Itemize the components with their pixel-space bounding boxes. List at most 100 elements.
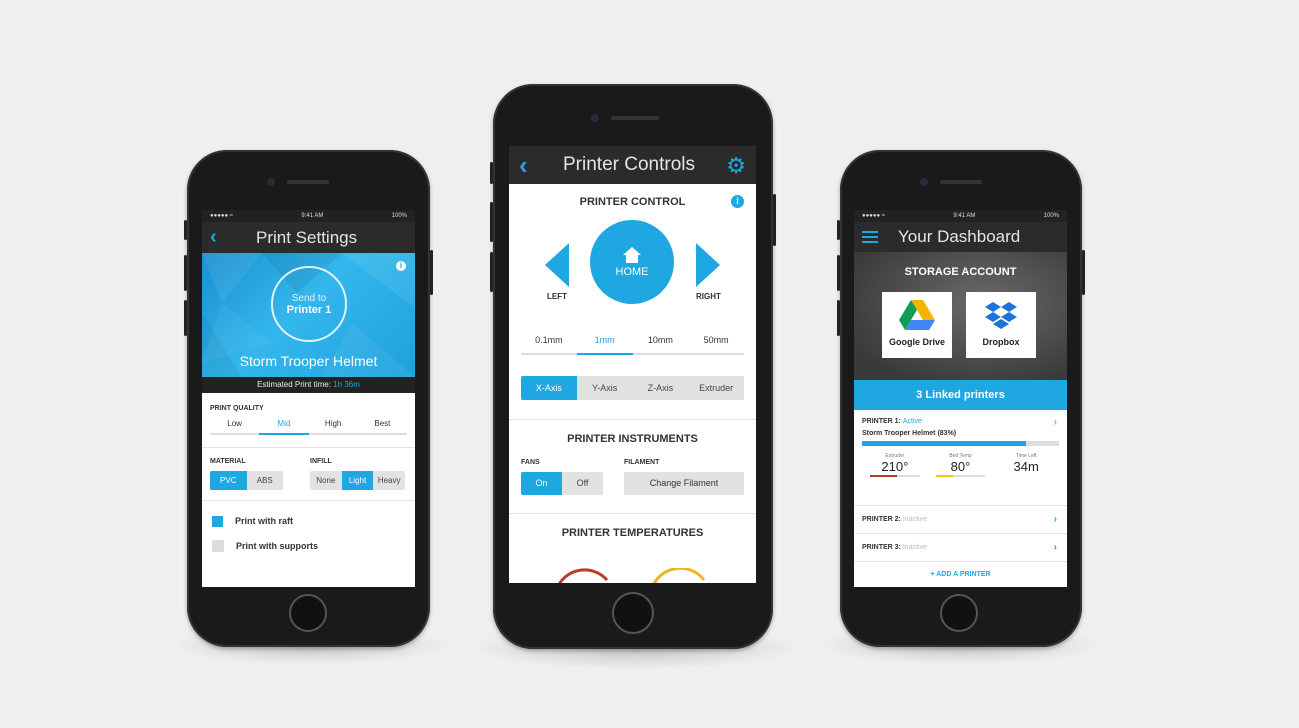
fans-label: FANS [521, 459, 540, 466]
job-progress-bar [862, 441, 1059, 446]
add-printer-link[interactable]: + ADD A PRINTER [854, 571, 1067, 578]
printer-1-card[interactable]: PRINTER 1: Active › Storm Trooper Helmet… [854, 410, 1067, 505]
carrier-signal: ●●●●● ≈ [862, 213, 886, 219]
page-title: Print Settings [256, 227, 358, 247]
back-chevron-icon[interactable]: ‹ [210, 226, 232, 249]
phone-print-settings: ●●●●● ≈ 9:41 AM 100% ‹ Print Settings i … [184, 150, 433, 647]
axis-option[interactable]: Y-Axis [577, 376, 633, 400]
job-progress-fill [862, 441, 1026, 446]
bed-temp-value: 80° [950, 459, 971, 474]
material-option[interactable]: ABS [247, 471, 284, 490]
home-button[interactable] [612, 592, 654, 634]
back-chevron-icon[interactable]: ‹ [519, 150, 545, 181]
supports-checkbox-row[interactable]: Print with supports [212, 533, 407, 559]
dropbox-icon [985, 302, 1017, 329]
status-bar: ●●●●● ≈ 9:41 AM 100% [854, 210, 1067, 222]
infill-segment: None Light Heavy [310, 471, 405, 490]
phone-dashboard: ●●●●● ≈ 9:41 AM 100% Your Dashboard STOR… [837, 150, 1085, 647]
fans-option[interactable]: On [521, 472, 562, 495]
supports-label: Print with supports [236, 541, 318, 551]
phone-printer-controls: ‹ Printer Controls ⚙ PRINTER CONTROL i L… [490, 84, 776, 649]
nav-bar: ‹ Printer Controls ⚙ [509, 146, 756, 184]
status-bar: ●●●●● ≈ 9:41 AM 100% [202, 210, 415, 222]
gear-icon[interactable]: ⚙ [726, 153, 746, 179]
page-title: Printer Controls [563, 154, 695, 175]
time-left-value: 34m [1013, 459, 1039, 474]
axis-option[interactable]: Z-Axis [633, 376, 689, 400]
fans-option[interactable]: Off [562, 472, 603, 495]
home-button[interactable] [940, 594, 978, 632]
linked-printers-bar[interactable]: 3 Linked printers [854, 380, 1067, 410]
home-position-button[interactable]: HOME [590, 220, 674, 304]
dropbox-label: Dropbox [982, 337, 1020, 347]
nav-bar: ‹ Print Settings [202, 222, 415, 253]
bed-gauge-line [935, 475, 986, 477]
axis-option[interactable]: X-Axis [521, 376, 577, 400]
infill-option[interactable]: Light [341, 471, 374, 490]
printer-control-title: PRINTER CONTROL [579, 196, 686, 208]
info-icon[interactable]: i [396, 261, 406, 271]
bed-gauge [652, 568, 706, 583]
carrier-signal: ●●●●● ≈ [210, 213, 234, 219]
home-label: HOME [615, 266, 649, 278]
printer-2-row[interactable]: PRINTER 2: Inactive › [854, 506, 1067, 533]
step-option[interactable]: 50mm [688, 335, 744, 345]
storage-title: STORAGE ACCOUNT [904, 266, 1017, 278]
status-time: 9:41 AM [301, 213, 324, 219]
extruder-value: 210° [881, 459, 909, 474]
chevron-right-icon[interactable]: › [1054, 506, 1057, 533]
filament-label: FILAMENT [624, 459, 660, 466]
printer-name-label: Printer 1 [286, 304, 332, 316]
status-time: 9:41 AM [953, 213, 976, 219]
step-option[interactable]: 10mm [633, 335, 689, 345]
material-segment: PVC ABS [210, 471, 283, 490]
quality-option[interactable]: Low [210, 419, 259, 428]
printer-status: Inactive [902, 516, 927, 523]
home-button[interactable] [289, 594, 327, 632]
quality-option[interactable]: Mid [259, 419, 309, 435]
supports-checkbox[interactable] [212, 540, 224, 552]
infill-label: INFILL [310, 458, 332, 465]
extruder-gauge-line [870, 475, 920, 477]
estimate-value: 1h 36m [333, 380, 360, 389]
google-drive-button[interactable]: Google Drive [882, 292, 952, 358]
chevron-right-icon[interactable]: › [1054, 417, 1057, 428]
change-filament-button[interactable]: Change Filament [624, 472, 744, 495]
right-label: RIGHT [696, 292, 721, 301]
right-arrow-button[interactable] [696, 243, 720, 287]
print-quality-tabs: Low Mid High Best [210, 419, 407, 435]
printer-status: Active [902, 418, 922, 425]
left-arrow-button[interactable] [545, 243, 569, 287]
step-option[interactable]: 1mm [576, 335, 633, 355]
step-size-tabs: 0.1mm 1mm 10mm 50mm [521, 335, 744, 355]
page-title: Your Dashboard [898, 227, 1021, 246]
printer-3-row[interactable]: PRINTER 3: Inactive › [854, 534, 1067, 561]
printer-name: PRINTER 3: [862, 544, 901, 551]
printer-name: PRINTER 2: [862, 516, 901, 523]
job-name: Storm Trooper Helmet (83%) [862, 430, 957, 437]
send-to-label: Send to [291, 293, 327, 304]
raft-checkbox[interactable] [212, 515, 223, 527]
estimate-bar: Estimated Print time: 1h 36m [202, 377, 415, 393]
print-quality-label: PRINT QUALITY [210, 405, 264, 412]
step-option[interactable]: 0.1mm [521, 335, 577, 345]
dropbox-button[interactable]: Dropbox [966, 292, 1036, 358]
quality-option[interactable]: High [309, 419, 358, 428]
infill-option[interactable]: Heavy [373, 471, 405, 490]
material-option[interactable]: PVC [210, 471, 247, 490]
printer-status: Inactive [902, 544, 927, 551]
instruments-title: PRINTER INSTRUMENTS [567, 433, 698, 445]
raft-label: Print with raft [235, 516, 293, 526]
battery-level: 100% [1043, 213, 1059, 219]
infill-option[interactable]: None [310, 471, 342, 490]
axis-option[interactable]: Extruder [688, 376, 744, 400]
chevron-right-icon[interactable]: › [1054, 534, 1057, 561]
left-label: LEFT [547, 292, 567, 301]
info-icon[interactable]: i [731, 195, 744, 208]
temperatures-title: PRINTER TEMPERATURES [561, 527, 704, 539]
quality-option[interactable]: Best [358, 419, 407, 428]
raft-checkbox-row[interactable]: Print with raft [212, 509, 407, 533]
hamburger-menu-icon[interactable] [862, 228, 878, 246]
print-hero: i Send to Printer 1 Storm Trooper Helmet [202, 253, 415, 377]
send-to-printer-button[interactable]: Send to Printer 1 [271, 266, 347, 342]
